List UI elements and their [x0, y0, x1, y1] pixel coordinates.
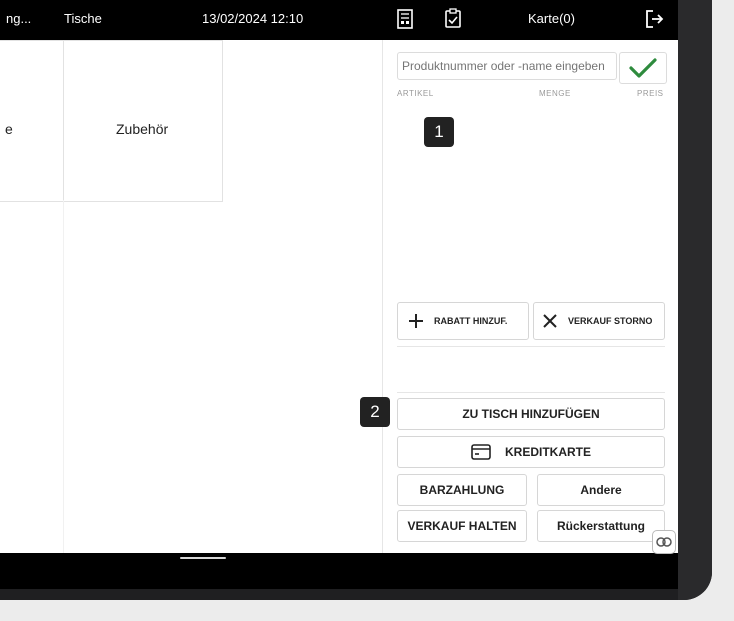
category-tile-accessories[interactable]: Zubehör [63, 40, 223, 202]
tables-tab[interactable]: Tische [64, 11, 102, 26]
divider [397, 392, 665, 393]
cash-button[interactable]: BARZAHLUNG [397, 474, 527, 506]
close-icon [543, 314, 557, 328]
cancel-sale-button[interactable]: VERKAUF STORNO [533, 302, 665, 340]
cart-label[interactable]: Karte(0) [528, 11, 575, 26]
grid-line [63, 200, 64, 553]
category-tile-partial[interactable]: e [0, 40, 65, 202]
callout-badge-1: 1 [424, 117, 454, 147]
checklist-icon[interactable] [442, 8, 464, 30]
column-header-article: ARTIKEL [397, 89, 434, 98]
tablet-bezel [678, 0, 712, 600]
top-bar: ng... Tische 13/02/2024 12:10 Karte(0) [0, 0, 678, 40]
divider [397, 346, 665, 347]
credit-card-label: KREDITKARTE [505, 445, 591, 459]
logout-icon[interactable] [643, 8, 665, 30]
product-search-input[interactable] [397, 52, 617, 80]
receipt-printer-icon[interactable] [394, 8, 416, 30]
category-tile-label: Zubehör [116, 121, 169, 137]
plus-icon [409, 314, 423, 328]
link-icon [656, 537, 672, 547]
pos-screen: ng... Tische 13/02/2024 12:10 Karte(0) e… [0, 0, 678, 553]
bottom-bar [0, 553, 678, 589]
category-tile-label: e [5, 121, 13, 137]
datetime-display: 13/02/2024 12:10 [202, 11, 304, 26]
checkmark-icon [629, 58, 657, 78]
cancel-sale-label: VERKAUF STORNO [568, 316, 653, 326]
confirm-search-button[interactable] [619, 52, 667, 84]
column-header-price: PREIS [637, 89, 664, 98]
other-payment-button[interactable]: Andere [537, 474, 665, 506]
add-discount-label: RABATT HINZUF. [434, 316, 508, 326]
credit-card-icon [471, 444, 491, 460]
callout-badge-2: 2 [360, 397, 390, 427]
overlay-app-icon[interactable] [652, 530, 676, 554]
credit-card-button[interactable]: KREDITKARTE [397, 436, 665, 468]
hold-sale-button[interactable]: VERKAUF HALTEN [397, 510, 527, 542]
truncated-nav-label[interactable]: ng... [6, 11, 31, 26]
add-to-table-button[interactable]: ZU TISCH HINZUFÜGEN [397, 398, 665, 430]
column-header-quantity: MENGE [539, 89, 571, 98]
home-indicator[interactable] [180, 557, 226, 559]
refund-button[interactable]: Rückerstattung [537, 510, 665, 542]
add-discount-button[interactable]: RABATT HINZUF. [397, 302, 529, 340]
